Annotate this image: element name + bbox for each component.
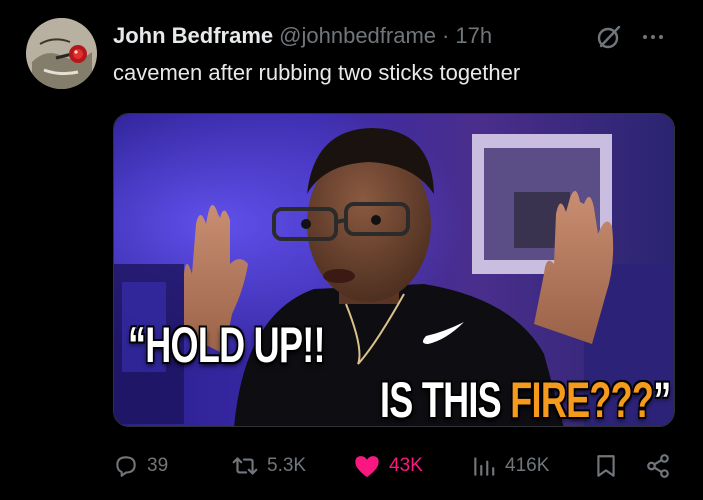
display-name[interactable]: John Bedframe [113,23,273,49]
caption-hold-up: “HOLD UP!! [128,317,326,373]
repost-icon [232,457,258,475]
caption-orange-part: FIRE??? [510,372,654,427]
bookmark-icon [597,455,615,477]
caption-white-part: IS THIS [380,372,511,427]
more-icon[interactable] [638,24,668,50]
reply-button[interactable]: 39 [113,448,168,484]
views-icon [474,457,495,476]
bookmark-button[interactable] [594,448,618,484]
user-handle[interactable]: @johnbedframe [279,23,436,49]
tweet-text: cavemen after rubbing two sticks togethe… [113,60,521,85]
reply-count: 39 [147,455,169,476]
repost-count: 5.3K [267,455,307,476]
caption-is-this-fire: IS THIS FIRE???” [380,371,671,427]
tweet-media[interactable]: “HOLD UP!! IS THIS FIRE???” [113,113,675,427]
like-count: 43K [389,455,423,476]
caption-closing-quote: ” [653,372,671,427]
share-button[interactable] [645,448,671,484]
share-icon [647,454,669,478]
heart-icon [355,456,379,478]
separator-dot: · [442,23,450,48]
view-count: 416K [505,455,550,476]
views-button[interactable]: 416K [471,448,549,484]
grok-icon[interactable] [594,22,624,52]
tweet-header: John Bedframe @johnbedframe · 17h [113,20,492,52]
repost-button[interactable]: 5.3K [231,448,306,484]
reply-icon [116,456,136,477]
avatar[interactable] [26,18,97,89]
like-button[interactable]: 43K [353,448,423,484]
tweet[interactable]: John Bedframe @johnbedframe · 17h caveme… [0,0,703,500]
action-bar: 39 5.3K 43K 416K [113,448,675,484]
avatar-image [26,18,97,89]
timestamp[interactable]: 17h [455,23,492,49]
